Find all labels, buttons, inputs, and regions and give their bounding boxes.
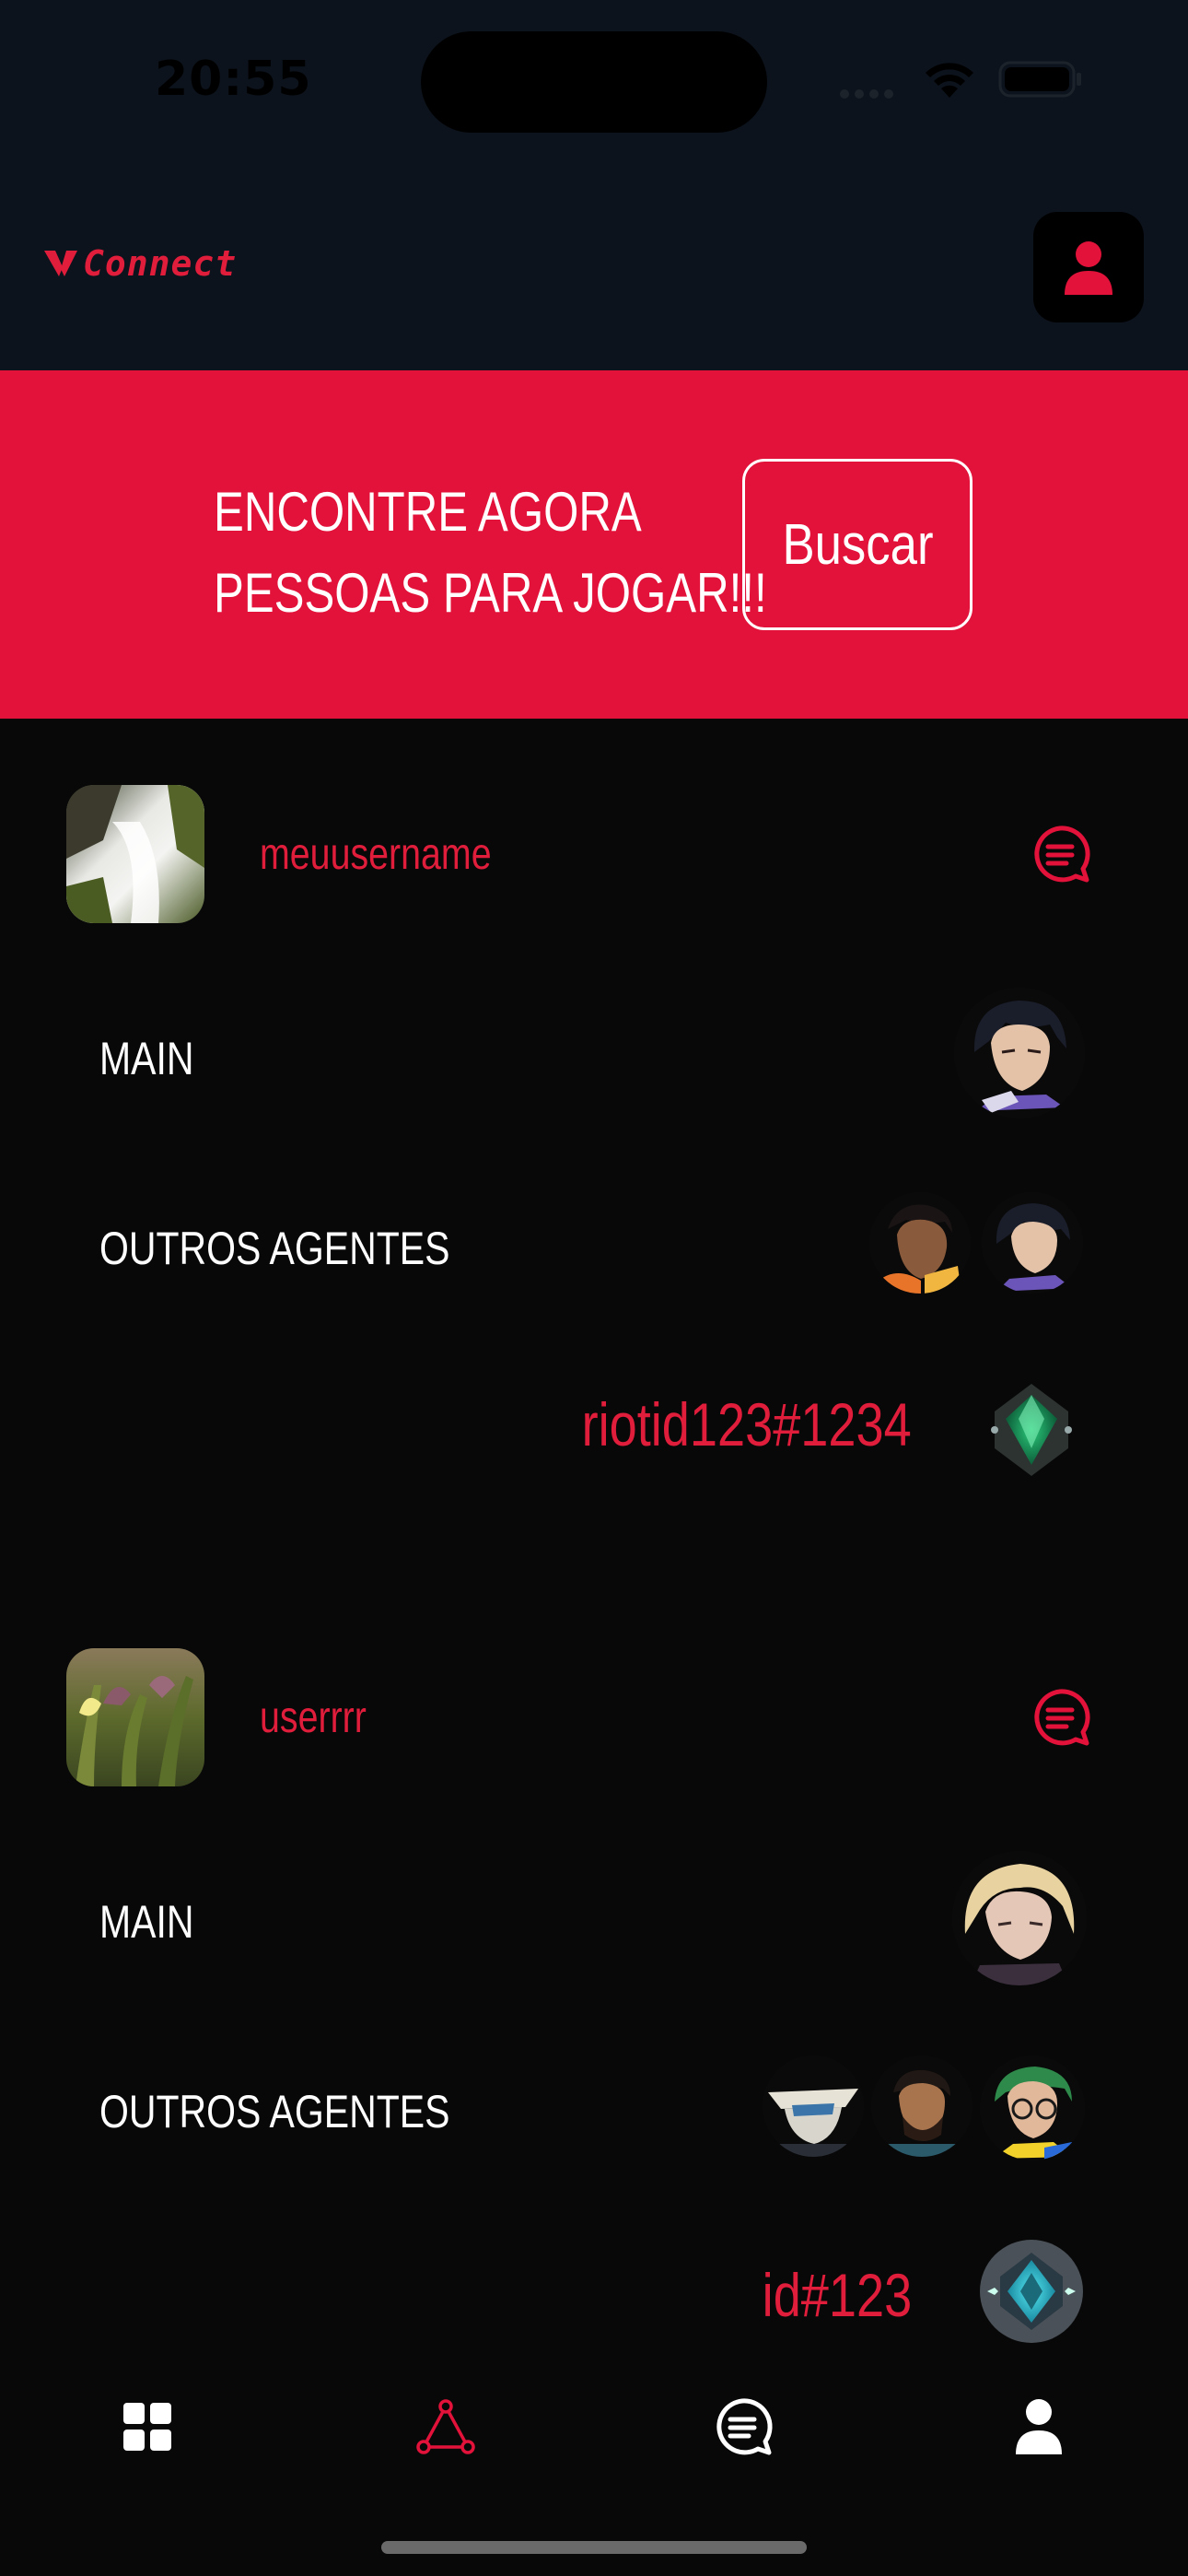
main-label: MAIN [99,1896,194,1948]
agent-portrait-phoenix[interactable] [869,1192,971,1294]
avatar[interactable] [66,785,204,923]
agent-portrait-cypher[interactable] [763,2055,864,2157]
agent-portrait-iso[interactable] [982,1192,1083,1294]
player-card: meuusername MAIN OUTROS AGENTES riotid12… [0,785,1188,1485]
waterfall-photo [66,785,204,923]
status-bar: 20:55 [0,0,1188,157]
main-agent-portrait[interactable] [954,988,1085,1118]
battery-icon [998,61,1081,98]
agent-portrait-killjoy[interactable] [980,2055,1085,2160]
agent-portrait-harbor[interactable] [871,2055,973,2157]
cellular-signal-icon [840,87,904,99]
other-agents-label: OUTROS AGENTES [99,2086,450,2137]
triangle-network-icon [416,2399,475,2454]
wifi-icon [926,63,973,98]
status-time: 20:55 [155,52,312,107]
app-header: Connect [0,157,1188,370]
main-agent-portrait[interactable] [952,1851,1087,1985]
nav-chat[interactable] [705,2390,779,2464]
chat-icon [716,2398,773,2455]
username[interactable]: meuusername [260,829,492,880]
other-agents-label: OUTROS AGENTES [99,1223,450,1274]
avatar[interactable] [66,1648,204,1786]
search-players-button[interactable]: Buscar [742,459,973,630]
nav-profile[interactable] [1002,2390,1076,2464]
riot-id: id#123 [762,2261,912,2329]
dynamic-island [421,31,767,133]
banner-line-1: ENCONTRE AGORA [214,481,642,543]
person-icon [1065,241,1112,295]
logo-mark-icon [44,251,77,276]
username[interactable]: userrrr [260,1692,367,1743]
chat-icon[interactable] [1030,824,1090,884]
diamond-rank-icon [980,2240,1083,2343]
profile-button[interactable] [1033,212,1144,322]
logo-text: Connect [83,243,238,284]
banner-text: ENCONTRE AGORA PESSOAS PARA JOGAR!!! [214,472,767,634]
nav-network[interactable] [409,2390,483,2464]
grid-icon [123,2403,171,2451]
riot-id: riotid123#1234 [581,1390,912,1458]
chat-icon[interactable] [1030,1687,1090,1748]
find-players-banner: ENCONTRE AGORA PESSOAS PARA JOGAR!!! Bus… [0,370,1188,719]
main-label: MAIN [99,1033,194,1084]
search-button-label: Buscar [781,512,934,577]
tulips-photo [66,1648,204,1786]
app-logo: Connect [42,243,237,284]
emerald-rank-icon [991,1384,1072,1476]
person-icon [1016,2399,1062,2454]
nav-home[interactable] [111,2390,184,2464]
player-card: userrrr MAIN OUTROS AGENTES id#123 [0,1648,1188,2348]
home-indicator [381,2541,807,2554]
banner-line-2: PESSOAS PARA JOGAR!!! [214,562,767,624]
